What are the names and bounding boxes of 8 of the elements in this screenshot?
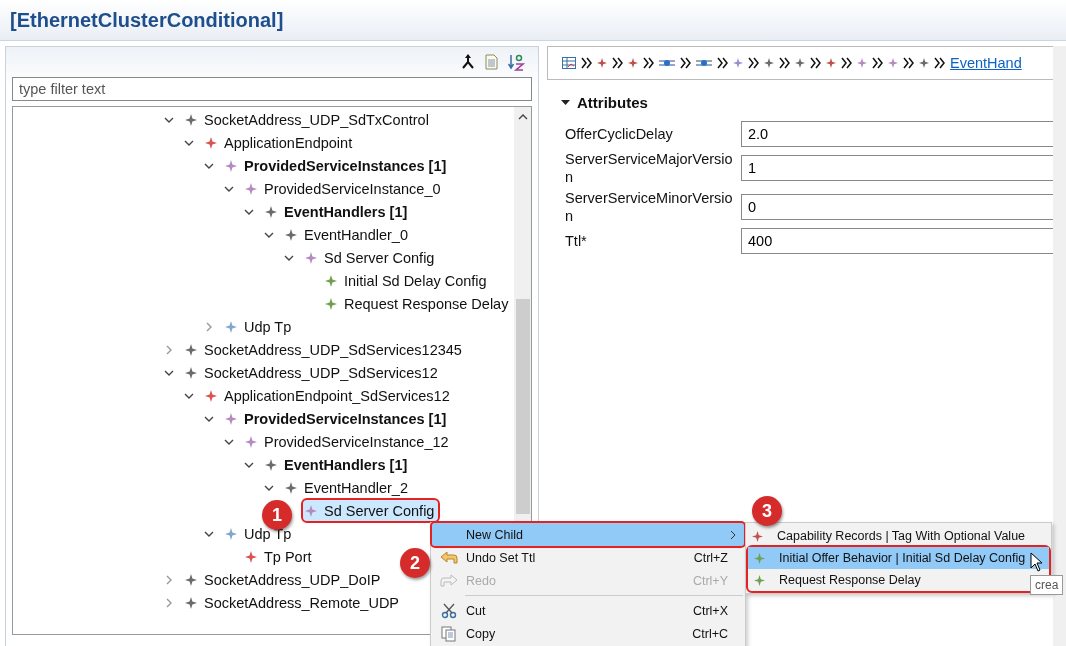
- section-title: Attributes: [577, 94, 648, 111]
- field-label: ServerServiceMinorVersion: [564, 189, 734, 225]
- field-label: Ttl*: [564, 232, 588, 250]
- tooltip: crea: [1030, 575, 1064, 595]
- field-label: ServerServiceMajorVersion: [564, 150, 734, 186]
- step-badge: 3: [752, 496, 782, 526]
- field-label: OfferCyclicDelay: [564, 125, 674, 143]
- window-title: [EthernetClusterConditional]: [10, 8, 284, 32]
